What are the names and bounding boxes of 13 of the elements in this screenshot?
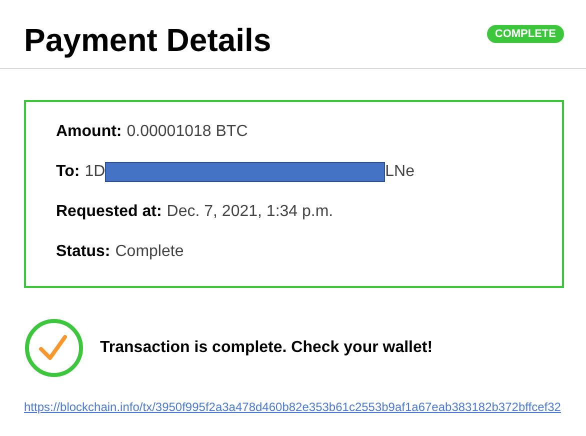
transaction-link[interactable]: https://blockchain.info/tx/3950f995f2a3a478d460b82e353b61c2553b9af1a67eab383182b372bffcef32: [24, 400, 561, 414]
detail-value: Dec. 7, 2021, 1:34 p.m.: [166, 203, 334, 221]
detail-value: 0.00001018 BTC: [126, 123, 248, 141]
page-title: Payment Details: [24, 22, 272, 58]
detail-value: 1D: [84, 163, 106, 181]
detail-label: Status:: [56, 243, 110, 261]
status-badge: COMPLETE: [486, 25, 564, 43]
result-message: Transaction is complete. Check your wallet!: [100, 339, 433, 357]
detail-label: Amount:: [56, 123, 122, 141]
detail-value: LNe: [385, 163, 414, 181]
detail-label: Requested at:: [56, 203, 162, 221]
detail-value: Complete: [115, 243, 184, 261]
detail-label: To:: [56, 163, 80, 181]
